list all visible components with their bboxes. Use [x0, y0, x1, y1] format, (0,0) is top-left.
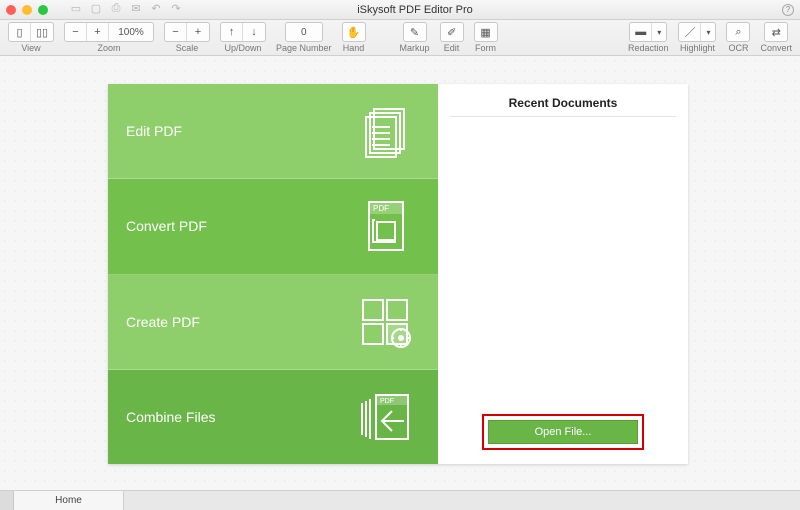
recent-pane: Recent Documents Open File...	[438, 84, 688, 464]
zoom-window-icon[interactable]	[38, 5, 48, 15]
start-panel: Edit PDF Convert PDF PDF	[108, 84, 688, 464]
updown-label: Up/Down	[224, 43, 261, 53]
page-number-label: Page Number	[276, 43, 332, 53]
scale-down-icon[interactable]: −	[165, 23, 187, 41]
svg-text:PDF: PDF	[373, 204, 389, 213]
highlight-group: ／ ▾ Highlight	[678, 22, 716, 53]
markup-icon[interactable]: ✎	[404, 23, 426, 41]
edit-label: Edit	[444, 43, 460, 53]
highlight-icon[interactable]: ／	[679, 23, 701, 41]
redo-icon[interactable]: ↷	[170, 2, 182, 14]
redaction-label: Redaction	[628, 43, 669, 53]
combine-icon: PDF	[356, 387, 416, 447]
recent-list	[450, 117, 676, 414]
convert-icon[interactable]: ⇄	[765, 23, 787, 41]
tile-edit-label: Edit PDF	[126, 123, 182, 139]
zoom-group: − + 100% Zoom	[64, 22, 154, 53]
create-grid-icon	[356, 292, 416, 352]
hand-tool-icon[interactable]: ✋	[343, 23, 365, 41]
markup-group: ✎ Markup	[400, 22, 430, 53]
edit-group: ✐ Edit	[440, 22, 464, 53]
mail-icon[interactable]: ✉	[130, 2, 142, 14]
view-double-icon[interactable]: ▯▯	[31, 23, 53, 41]
recent-heading: Recent Documents	[509, 96, 618, 110]
tile-combine-label: Combine Files	[126, 409, 215, 425]
tab-gutter	[0, 491, 14, 510]
hand-label: Hand	[343, 43, 365, 53]
redaction-dropdown-icon[interactable]: ▾	[652, 23, 666, 41]
window-controls	[6, 5, 48, 15]
tab-bar: Home	[0, 490, 800, 510]
folder-icon[interactable]: ▭	[70, 2, 82, 14]
close-window-icon[interactable]	[6, 5, 16, 15]
pages-icon	[356, 101, 416, 161]
convert-label: Convert	[760, 43, 792, 53]
open-file-highlight: Open File...	[482, 414, 644, 450]
tile-convert-label: Convert PDF	[126, 218, 207, 234]
zoom-out-icon[interactable]: −	[65, 23, 87, 41]
tile-combine-files[interactable]: Combine Files PDF	[108, 370, 438, 464]
redaction-group: ▬ ▾ Redaction	[628, 22, 669, 53]
titlebar: ▭ ▢ ⎙ ✉ ↶ ↷ iSkysoft PDF Editor Pro ?	[0, 0, 800, 20]
zoom-value[interactable]: 100%	[109, 23, 153, 41]
minimize-window-icon[interactable]	[22, 5, 32, 15]
tile-edit-pdf[interactable]: Edit PDF	[108, 84, 438, 179]
zoom-label: Zoom	[97, 43, 120, 53]
ocr-group: ⌕ OCR	[726, 22, 750, 53]
highlight-label: Highlight	[680, 43, 715, 53]
tile-create-pdf[interactable]: Create PDF	[108, 275, 438, 370]
tiles-column: Edit PDF Convert PDF PDF	[108, 84, 438, 464]
help-icon[interactable]: ?	[782, 4, 794, 16]
scale-group: − + Scale	[164, 22, 210, 53]
view-group: ▯ ▯▯ View	[8, 22, 54, 53]
form-label: Form	[475, 43, 496, 53]
print-icon[interactable]: ⎙	[110, 2, 122, 14]
page-up-icon[interactable]: ↑	[221, 23, 243, 41]
tab-home[interactable]: Home	[14, 491, 124, 510]
edit-tool-icon[interactable]: ✐	[441, 23, 463, 41]
tile-create-label: Create PDF	[126, 314, 200, 330]
form-group: ▦ Form	[474, 22, 498, 53]
form-tool-icon[interactable]: ▦	[475, 23, 497, 41]
ocr-label: OCR	[728, 43, 748, 53]
page-number-group: 0 Page Number	[276, 22, 332, 53]
undo-icon[interactable]: ↶	[150, 2, 162, 14]
open-file-button[interactable]: Open File...	[488, 420, 638, 444]
canvas: Edit PDF Convert PDF PDF	[0, 56, 800, 490]
markup-label: Markup	[400, 43, 430, 53]
convert-group: ⇄ Convert	[760, 22, 792, 53]
page-number-field[interactable]: 0	[286, 23, 322, 41]
zoom-in-icon[interactable]: +	[87, 23, 109, 41]
view-single-icon[interactable]: ▯	[9, 23, 31, 41]
page-down-icon[interactable]: ↓	[243, 23, 265, 41]
ocr-icon[interactable]: ⌕	[727, 23, 749, 41]
updown-group: ↑ ↓ Up/Down	[220, 22, 266, 53]
hand-group: ✋ Hand	[342, 22, 366, 53]
scale-label: Scale	[176, 43, 199, 53]
view-label: View	[21, 43, 40, 53]
redaction-icon[interactable]: ▬	[630, 23, 652, 41]
save-icon[interactable]: ▢	[90, 2, 102, 14]
convert-file-icon: PDF	[356, 196, 416, 256]
svg-text:PDF: PDF	[380, 398, 394, 405]
quick-access-bar: ▭ ▢ ⎙ ✉ ↶ ↷	[70, 2, 182, 14]
tile-convert-pdf[interactable]: Convert PDF PDF	[108, 179, 438, 274]
highlight-dropdown-icon[interactable]: ▾	[701, 23, 715, 41]
toolbar: ▯ ▯▯ View − + 100% Zoom − + Scale ↑ ↓ Up…	[0, 20, 800, 56]
scale-up-icon[interactable]: +	[187, 23, 209, 41]
